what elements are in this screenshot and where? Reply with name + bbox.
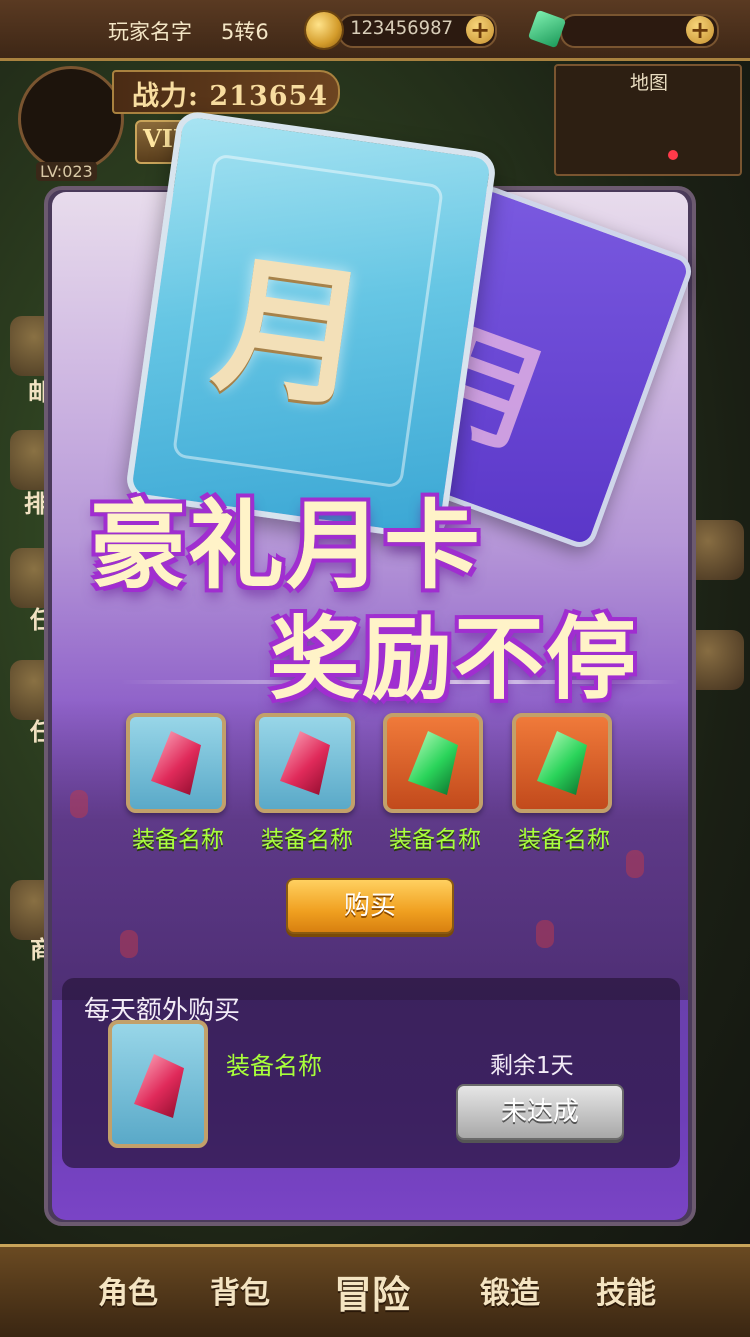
add-coins-button[interactable]: + bbox=[466, 16, 494, 44]
rebirth-level: 5转6 bbox=[221, 20, 269, 44]
map-marker-icon bbox=[668, 150, 678, 160]
daily-reward-slot[interactable] bbox=[108, 1020, 208, 1148]
player-name: 玩家名字 bbox=[108, 20, 192, 44]
reward-label: 装备名称 bbox=[132, 827, 224, 853]
minimap-label: 地图 bbox=[630, 72, 669, 94]
reward-slot[interactable] bbox=[512, 713, 612, 813]
nav-adventure[interactable]: 冒险 bbox=[334, 1264, 410, 1319]
nav-bag[interactable]: 背包 bbox=[210, 1268, 270, 1312]
days-remaining: 剩余1天 bbox=[490, 1053, 574, 1079]
reward-slot[interactable] bbox=[255, 713, 355, 813]
not-reached-button[interactable]: 未达成 bbox=[456, 1084, 624, 1140]
red-crystal-icon bbox=[151, 731, 201, 795]
lantern-decoration bbox=[70, 790, 88, 818]
avatar[interactable] bbox=[18, 66, 124, 172]
reward-label: 装备名称 bbox=[261, 827, 353, 853]
red-crystal-icon bbox=[280, 731, 330, 795]
lantern-decoration bbox=[120, 930, 138, 958]
lantern-decoration bbox=[536, 920, 554, 948]
green-crystal-icon bbox=[408, 731, 458, 795]
combat-power: 战力: 213654 bbox=[132, 81, 329, 112]
popup-subtitle: 奖励不停 bbox=[270, 607, 638, 712]
player-level: LV:023 bbox=[36, 162, 97, 181]
reward-label: 装备名称 bbox=[518, 827, 610, 853]
card-front-glyph: 月 bbox=[204, 235, 378, 431]
red-crystal-icon bbox=[134, 1054, 184, 1118]
add-gems-button[interactable]: + bbox=[686, 16, 714, 44]
coin-amount: 123456987 bbox=[350, 17, 453, 39]
nav-forge[interactable]: 锻造 bbox=[480, 1268, 540, 1312]
gold-coin-icon bbox=[306, 12, 342, 48]
daily-item-name: 装备名称 bbox=[226, 1052, 322, 1080]
reward-slot[interactable] bbox=[126, 713, 226, 813]
reward-slot[interactable] bbox=[383, 713, 483, 813]
lantern-decoration bbox=[626, 850, 644, 878]
reward-label: 装备名称 bbox=[389, 827, 481, 853]
nav-character[interactable]: 角色 bbox=[98, 1268, 158, 1312]
buy-button[interactable]: 购买 bbox=[286, 878, 454, 934]
green-crystal-icon bbox=[537, 731, 587, 795]
nav-skills[interactable]: 技能 bbox=[596, 1268, 656, 1312]
